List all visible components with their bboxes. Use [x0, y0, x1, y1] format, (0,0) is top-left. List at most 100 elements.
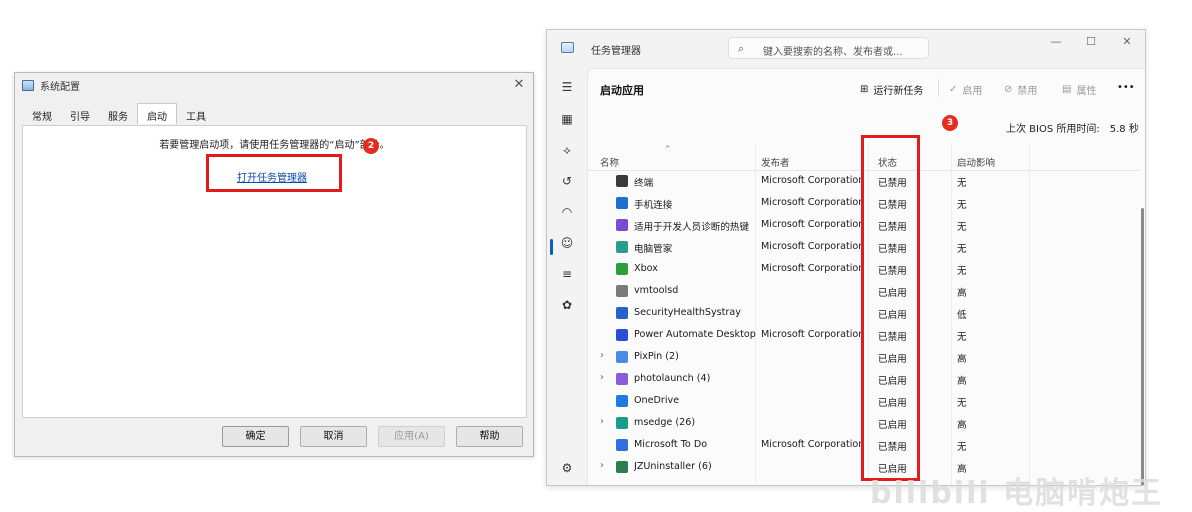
startup-apps-icon[interactable]: ◠ — [558, 203, 576, 221]
app-startup-impact: 高 — [957, 420, 967, 431]
maximize-icon[interactable]: ☐ — [1081, 35, 1101, 48]
app-publisher: Microsoft Corporation — [761, 219, 865, 230]
close-icon[interactable]: ✕ — [511, 77, 527, 93]
settings-icon[interactable]: ⚙ — [558, 459, 576, 477]
tab-tools[interactable]: 工具 — [177, 105, 215, 124]
app-startup-impact: 无 — [957, 178, 967, 189]
toolbar-divider — [938, 79, 939, 97]
app-startup-impact: 无 — [957, 266, 967, 277]
services-icon[interactable]: ✿ — [558, 296, 576, 314]
task-manager-logo-icon — [561, 42, 574, 53]
power-automate-icon — [616, 329, 628, 341]
task-manager-titlebar: 任务管理器 ⌕ 键入要搜索的名称、发布者或... — ☐ ✕ — [547, 30, 1145, 66]
terminal-icon — [616, 175, 628, 187]
sort-ascending-icon: ⌃ — [664, 145, 672, 155]
app-name: vmtoolsd — [634, 285, 679, 296]
app-name: photolaunch (4) — [634, 373, 711, 384]
expand-chevron-icon[interactable]: › — [600, 460, 604, 471]
app-name: 电脑管家 — [634, 244, 673, 255]
task-manager-title: 任务管理器 — [591, 46, 641, 57]
column-header-name[interactable]: 名称 — [600, 155, 619, 169]
bios-time-value: 5.8 秒 — [1109, 124, 1139, 135]
todo-icon — [616, 439, 628, 451]
msconfig-app-icon — [22, 79, 34, 91]
tab-startup[interactable]: 启动 — [137, 103, 177, 124]
processes-icon[interactable]: ▦ — [558, 110, 576, 128]
cancel-button[interactable]: 取消 — [300, 426, 367, 447]
app-startup-impact: 低 — [957, 310, 967, 321]
page-title: 启动应用 — [600, 84, 644, 97]
app-name: 终端 — [634, 178, 654, 189]
app-publisher: Microsoft Corporation — [761, 263, 865, 274]
app-startup-impact: 无 — [957, 244, 967, 255]
phone-link-icon — [616, 197, 628, 209]
check-icon: ✓ — [949, 84, 958, 95]
app-startup-impact: 高 — [957, 354, 967, 365]
app-name: 手机连接 — [634, 200, 673, 211]
active-nav-indicator — [550, 239, 553, 255]
performance-icon[interactable]: ⟡ — [558, 141, 576, 159]
msconfig-title: 系统配置 — [40, 81, 80, 93]
app-name: JZUninstaller (6) — [634, 461, 712, 472]
tab-boot[interactable]: 引导 — [61, 105, 99, 124]
expand-chevron-icon[interactable]: › — [600, 416, 604, 427]
disable-icon: ⊘ — [1004, 84, 1013, 95]
msconfig-window: 系统配置 ✕ 常规 引导 服务 启动 工具 若要管理启动项，请使用任务管理器的“… — [14, 72, 534, 457]
minimize-icon[interactable]: — — [1046, 35, 1066, 48]
app-name: 适用于开发人员诊断的热键 — [634, 222, 750, 233]
users-icon[interactable]: ☺ — [558, 234, 576, 252]
onedrive-icon — [616, 395, 628, 407]
properties-icon: ▤ — [1062, 84, 1072, 95]
properties-label: 属性 — [1076, 86, 1097, 97]
search-input[interactable]: ⌕ 键入要搜索的名称、发布者或... — [728, 37, 929, 59]
properties-button[interactable]: ▤ 属性 — [1062, 82, 1096, 97]
tab-general[interactable]: 常规 — [23, 105, 61, 124]
app-publisher: Microsoft Corporation — [761, 197, 865, 208]
app-startup-impact: 高 — [957, 376, 967, 387]
run-new-task-label: 运行新任务 — [873, 86, 924, 97]
edge-icon — [616, 417, 628, 429]
expand-chevron-icon[interactable]: › — [600, 350, 604, 361]
app-history-icon[interactable]: ↺ — [558, 172, 576, 190]
disable-label: 禁用 — [1017, 86, 1038, 97]
vmware-icon — [616, 285, 628, 297]
help-button[interactable]: 帮助 — [456, 426, 523, 447]
annotation-highlight-link — [206, 154, 342, 192]
app-startup-impact: 无 — [957, 442, 967, 453]
shield-icon — [616, 307, 628, 319]
vertical-scrollbar[interactable] — [1141, 208, 1144, 485]
apply-button[interactable]: 应用(A) — [378, 426, 445, 447]
more-options-button[interactable]: ••• — [1117, 82, 1135, 93]
startup-message: 若要管理启动项，请使用任务管理器的“启动”部分。 — [159, 140, 390, 151]
app-name: Xbox — [634, 263, 658, 274]
tab-services[interactable]: 服务 — [99, 105, 137, 124]
close-icon[interactable]: ✕ — [1117, 35, 1137, 48]
dialog-buttons: 确定 取消 应用(A) 帮助 — [222, 426, 523, 447]
annotation-highlight-status-column — [861, 135, 920, 481]
task-manager-sidebar: ☰ ▦ ⟡ ↺ ◠ ☺ ≡ ✿ ⚙ — [547, 66, 587, 485]
run-task-icon: ⊞ — [860, 84, 869, 95]
app-publisher: Microsoft Corporation — [761, 329, 865, 340]
annotation-badge-2: 2 — [363, 138, 379, 154]
more-icon: ••• — [1117, 82, 1135, 93]
app-name: Power Automate Desktop — [634, 329, 756, 340]
ok-button[interactable]: 确定 — [222, 426, 289, 447]
column-header-publisher[interactable]: 发布者 — [761, 155, 790, 169]
expand-chevron-icon[interactable]: › — [600, 372, 604, 383]
app-startup-impact: 无 — [957, 332, 967, 343]
run-new-task-button[interactable]: ⊞ 运行新任务 — [860, 82, 923, 97]
xbox-icon — [616, 263, 628, 275]
bilibili-watermark: bilibili 电脑啃炮王 — [870, 476, 1164, 511]
hamburger-menu-icon[interactable]: ☰ — [558, 78, 576, 96]
column-header-impact[interactable]: 启动影响 — [957, 155, 995, 169]
bios-time-label: 上次 BIOS 所用时间: — [1006, 124, 1100, 135]
details-icon[interactable]: ≡ — [558, 265, 576, 283]
app-name: msedge (26) — [634, 417, 696, 428]
annotation-badge-3: 3 — [942, 115, 958, 131]
disable-button[interactable]: ⊘ 禁用 — [1004, 82, 1037, 97]
enable-button[interactable]: ✓ 启用 — [949, 82, 982, 97]
dev-home-icon — [616, 219, 628, 231]
app-startup-impact: 无 — [957, 222, 967, 233]
search-icon: ⌕ — [738, 42, 745, 55]
app-publisher: Microsoft Corporation — [761, 175, 865, 186]
